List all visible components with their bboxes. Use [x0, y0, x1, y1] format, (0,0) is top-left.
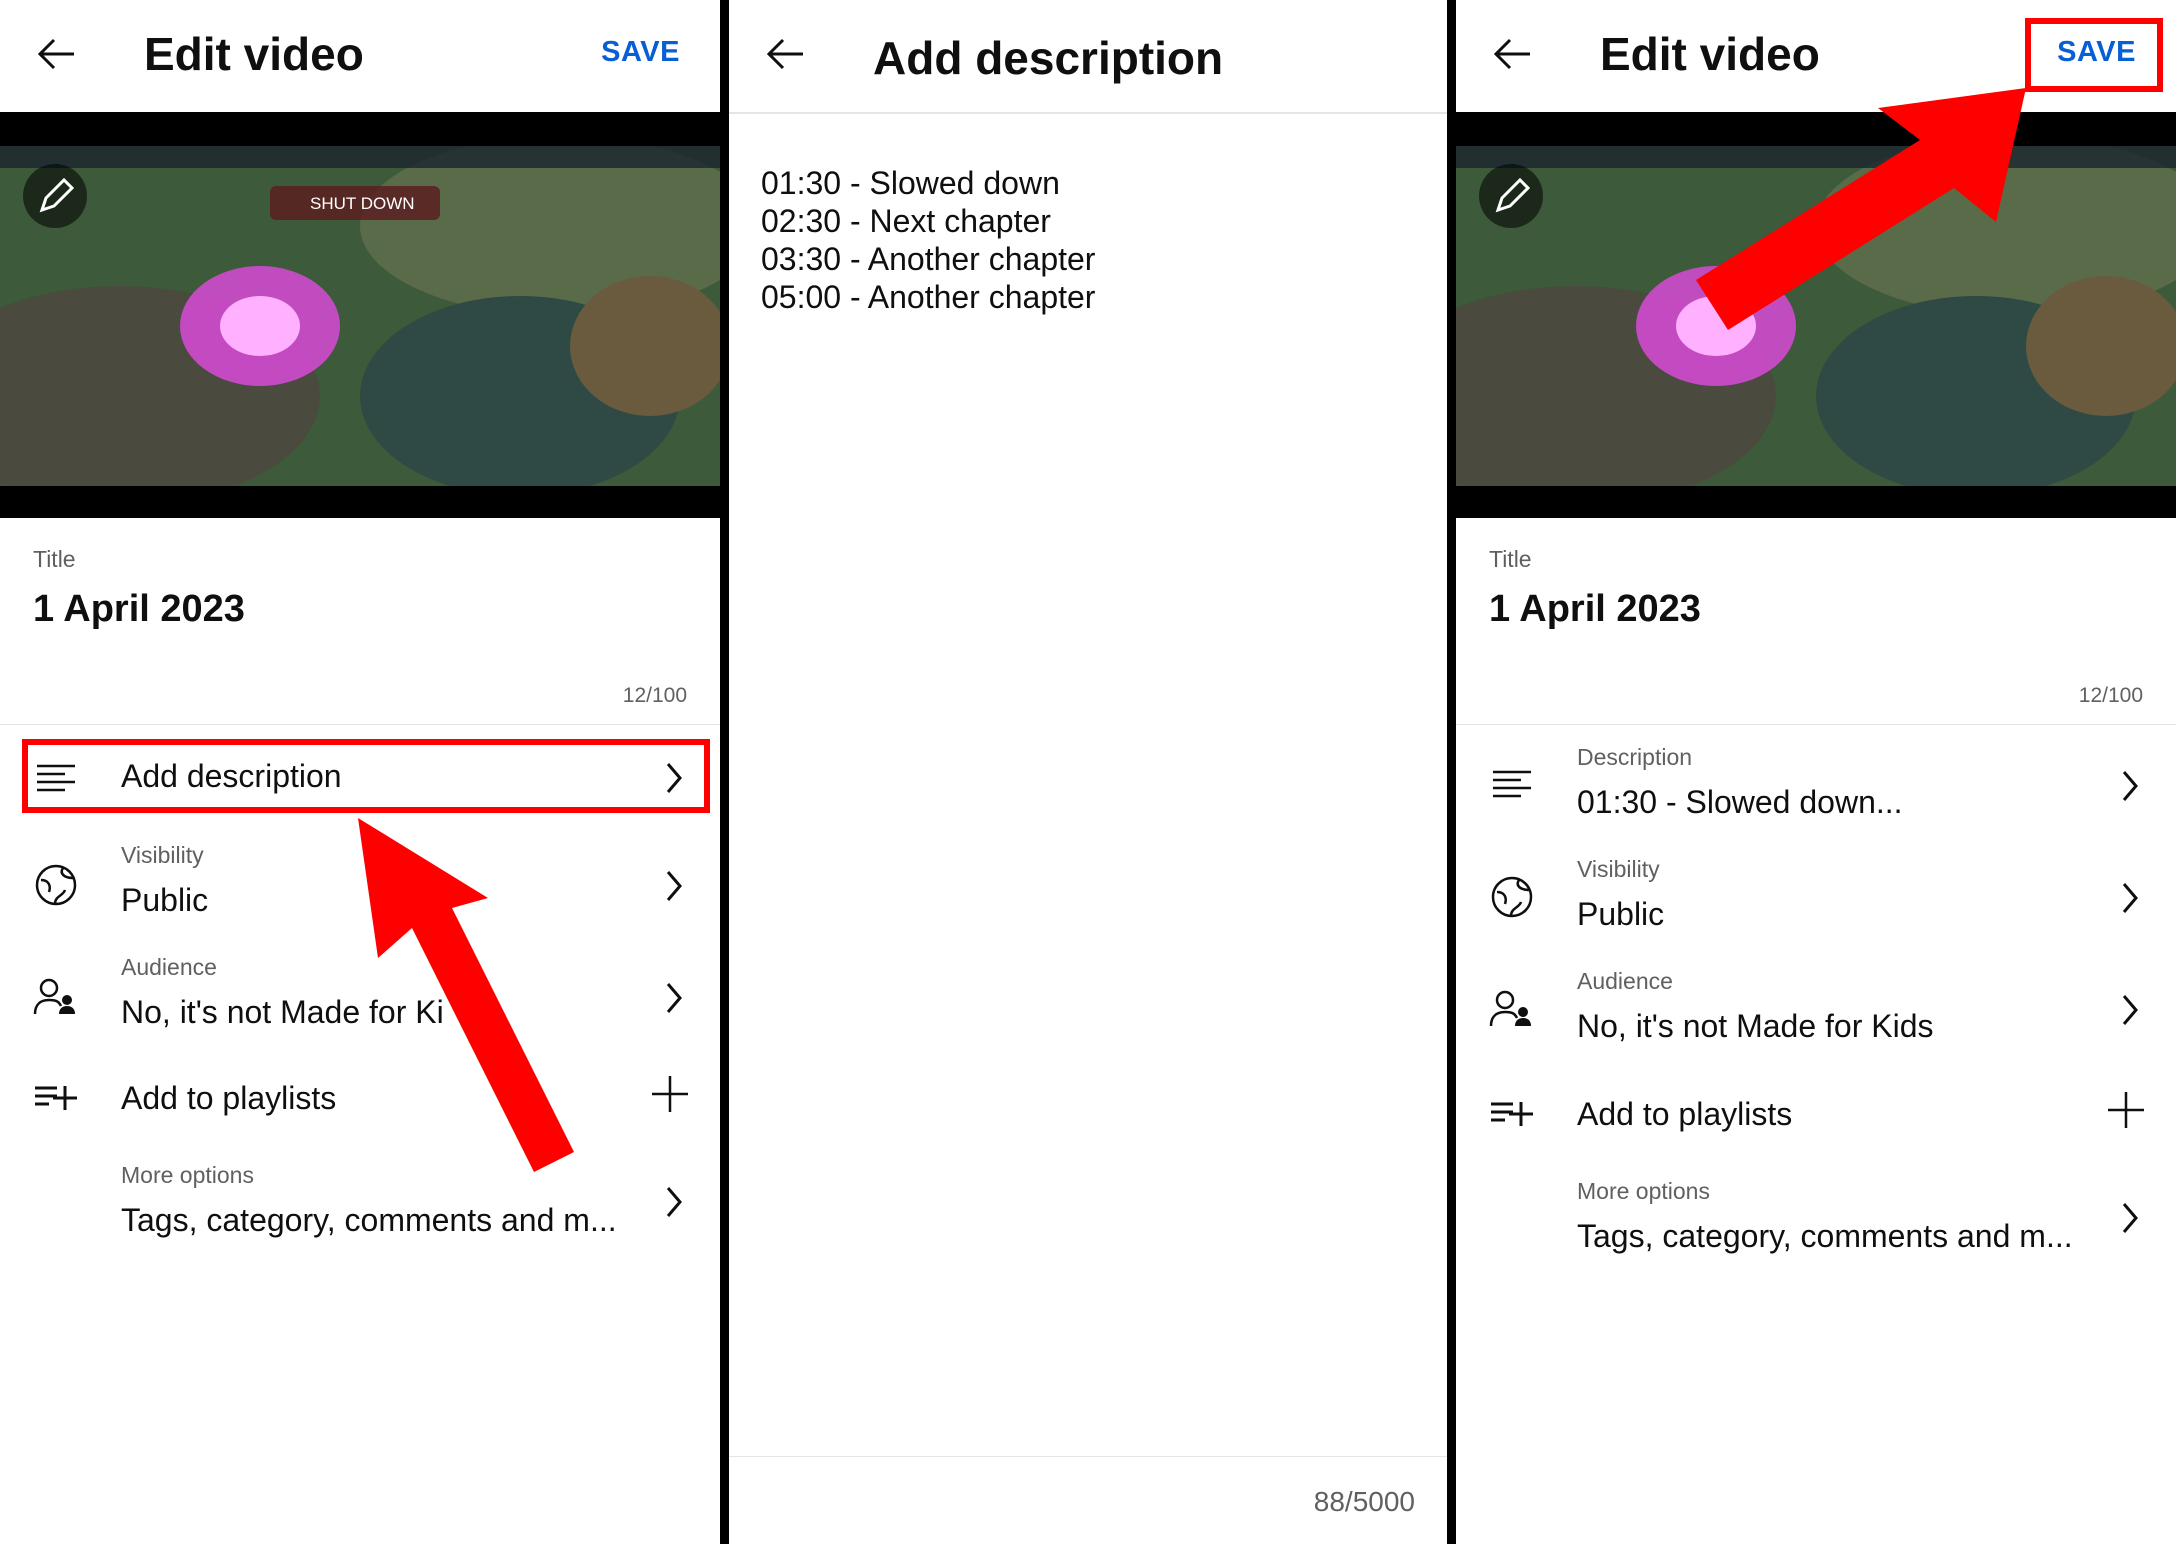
description-label: Description — [1577, 744, 1693, 770]
playlist-add-icon — [1491, 1102, 1533, 1126]
title-counter: 12/100 — [622, 684, 687, 707]
globe-icon — [1491, 876, 1533, 918]
back-arrow-icon[interactable] — [763, 32, 807, 76]
description-counter: 88/5000 — [1313, 1486, 1415, 1517]
visibility-value: Public — [1577, 896, 1665, 932]
audience-row[interactable]: Audience No, it's not Made for Kids — [1456, 960, 2176, 1060]
title-input[interactable]: 1 April 2023 — [1489, 588, 1701, 631]
more-options-label: More options — [1577, 1178, 1710, 1204]
visibility-row[interactable]: Visibility Public — [1456, 848, 2176, 948]
description-line: 05:00 - Another chapter — [761, 279, 1096, 315]
chevron-right-icon — [2122, 995, 2138, 1025]
plus-icon[interactable] — [2106, 1090, 2146, 1130]
back-arrow-icon[interactable] — [1490, 32, 1534, 76]
chevron-right-icon — [666, 1187, 682, 1217]
description-icon — [1493, 770, 1531, 798]
gameplay-image: SHUT DOWN — [0, 146, 720, 486]
title-label: Title — [1489, 546, 1532, 572]
visibility-label: Visibility — [1577, 856, 1660, 882]
back-arrow-icon[interactable] — [34, 32, 78, 76]
page-title: Edit video — [144, 28, 364, 80]
more-options-label: More options — [121, 1162, 254, 1188]
app-bar: Edit video SAVE — [0, 0, 720, 112]
save-button[interactable]: SAVE — [601, 36, 680, 69]
highlight-box — [2025, 18, 2163, 92]
more-options-value: Tags, category, comments and m... — [121, 1202, 617, 1238]
title-counter: 12/100 — [2078, 684, 2143, 707]
audience-icon — [1489, 990, 1531, 1027]
chevron-right-icon — [666, 983, 682, 1013]
playlists-label: Add to playlists — [121, 1080, 337, 1116]
divider — [1456, 724, 2176, 725]
plus-icon[interactable] — [650, 1074, 690, 1114]
audience-label: Audience — [1577, 968, 1673, 994]
playlists-label: Add to playlists — [1577, 1096, 1793, 1132]
audience-icon — [33, 978, 75, 1015]
title-label: Title — [33, 546, 76, 572]
add-description-screen: Add description 01:30 - Slowed down 02:3… — [729, 0, 1447, 1544]
audience-label: Audience — [121, 954, 217, 980]
description-row[interactable]: Description 01:30 - Slowed down... — [1456, 736, 2176, 836]
edit-video-screen: Edit video SAVE SHUT DOWN Title 1 April … — [0, 0, 720, 1544]
description-line: 02:30 - Next chapter — [761, 203, 1051, 239]
more-options-row[interactable]: More options Tags, category, comments an… — [1456, 1172, 2176, 1272]
playlists-row[interactable]: Add to playlists — [1456, 1076, 2176, 1156]
red-arrow-annotation — [1696, 88, 2026, 330]
playlist-add-icon — [35, 1086, 77, 1110]
app-bar: Add description — [729, 0, 1447, 114]
edit-video-screen-updated: Edit video SAVE Title 1 April 2023 12/10… — [1456, 0, 2176, 1544]
overlay-text: SHUT DOWN — [310, 194, 415, 213]
description-line: 03:30 - Another chapter — [761, 241, 1096, 277]
chevron-right-icon — [2122, 771, 2138, 801]
globe-icon — [35, 864, 77, 906]
divider — [729, 1456, 1447, 1457]
chevron-right-icon — [2122, 883, 2138, 913]
highlight-box — [22, 739, 710, 813]
title-input[interactable]: 1 April 2023 — [33, 588, 245, 631]
page-title: Add description — [873, 32, 1224, 84]
description-value: 01:30 - Slowed down... — [1577, 784, 1903, 820]
visibility-label: Visibility — [121, 842, 204, 868]
visibility-value: Public — [121, 882, 209, 918]
red-arrow-annotation — [358, 818, 574, 1172]
chevron-right-icon — [2122, 1203, 2138, 1233]
page-title: Edit video — [1600, 28, 1820, 80]
divider — [0, 724, 720, 725]
chevron-right-icon — [666, 871, 682, 901]
more-options-value: Tags, category, comments and m... — [1577, 1218, 2073, 1254]
audience-value: No, it's not Made for Kids — [1577, 1008, 1934, 1044]
video-thumbnail[interactable]: SHUT DOWN — [0, 112, 720, 518]
description-line: 01:30 - Slowed down — [761, 165, 1060, 201]
description-textarea[interactable]: 01:30 - Slowed down 02:30 - Next chapter… — [761, 164, 1095, 316]
